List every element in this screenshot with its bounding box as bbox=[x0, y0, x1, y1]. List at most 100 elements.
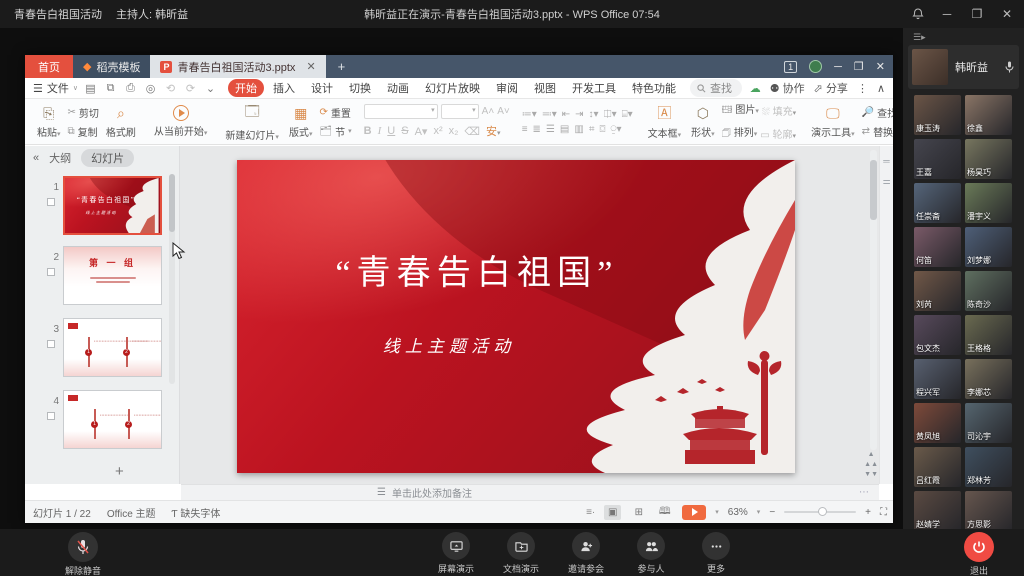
participant-tile[interactable]: 赵婧学 bbox=[914, 491, 961, 531]
layout-button[interactable]: ▦版式▾ bbox=[286, 104, 316, 140]
exit-meeting-button[interactable]: 退出 bbox=[956, 532, 1002, 576]
decrease-font-icon[interactable]: A˅ bbox=[497, 106, 510, 117]
text-tools-button[interactable]: 安▾ bbox=[486, 123, 501, 139]
zoom-in-button[interactable]: + bbox=[865, 507, 871, 518]
menu-item[interactable]: 开发工具 bbox=[565, 79, 623, 97]
zoom-slider[interactable] bbox=[784, 511, 856, 513]
window-minimize-button[interactable]: ─ bbox=[940, 7, 954, 21]
arrange-button[interactable]: 🗇 排列▾ bbox=[722, 124, 758, 143]
more-button[interactable]: 更多 bbox=[688, 532, 744, 575]
participant-tile[interactable]: 吕红霞 bbox=[914, 447, 961, 487]
participant-tile[interactable]: 郑林芳 bbox=[965, 447, 1012, 487]
menu-item[interactable]: 幻灯片放映 bbox=[418, 79, 487, 97]
participant-tile[interactable]: 李娜芯 bbox=[965, 359, 1012, 399]
fit-slide-button[interactable]: ⛶ bbox=[880, 507, 887, 518]
participant-tile[interactable]: 康玉涛 bbox=[914, 95, 961, 135]
participant-tile[interactable]: 徐鑫 bbox=[965, 95, 1012, 135]
doc-count-badge[interactable]: 1 bbox=[784, 61, 797, 73]
menu-item[interactable]: 审阅 bbox=[489, 79, 525, 97]
notes-bar[interactable]: ☰单击此处添加备注 ⋯ bbox=[181, 484, 879, 500]
italic-button[interactable]: I bbox=[378, 125, 382, 137]
collapse-ribbon-icon[interactable]: ∧ bbox=[877, 82, 885, 95]
notes-toggle-icon[interactable]: ≡· bbox=[586, 507, 595, 518]
slide-canvas[interactable]: “青春告白祖国” 线上主题活动 bbox=[237, 160, 795, 473]
redo-icon[interactable]: ⟳ bbox=[184, 82, 197, 95]
superscript-button[interactable]: x² bbox=[433, 125, 442, 137]
reading-view-button[interactable]: 🕮 bbox=[656, 505, 673, 520]
participant-tile[interactable]: 何笛 bbox=[914, 227, 961, 267]
cloud-sync-icon[interactable]: ☁ bbox=[750, 82, 761, 95]
unmute-button[interactable]: 解除静音 bbox=[48, 532, 118, 576]
participant-tile[interactable]: 杨昊巧 bbox=[965, 139, 1012, 179]
cut-button[interactable]: ✂剪切 bbox=[68, 105, 99, 120]
tab-close-icon[interactable]: ✕ bbox=[306, 60, 315, 73]
participant-tile[interactable]: 方思影 bbox=[965, 491, 1012, 531]
shapes-button[interactable]: ⬡形状▾ bbox=[688, 104, 718, 140]
normal-view-button[interactable]: ▣ bbox=[604, 505, 621, 520]
participant-tile[interactable]: 程兴军 bbox=[914, 359, 961, 399]
participant-tile[interactable]: 刘梦娜 bbox=[965, 227, 1012, 267]
zoom-caret[interactable]: ▾ bbox=[757, 508, 761, 516]
participant-tile[interactable]: 陈奇沙 bbox=[965, 271, 1012, 311]
more-menu-icon[interactable]: ⋮ bbox=[857, 82, 868, 95]
new-tab-button[interactable]: + bbox=[326, 55, 358, 78]
more-quick-icon[interactable]: ⌄ bbox=[204, 82, 217, 95]
invite-button[interactable]: 邀请参会 bbox=[558, 532, 614, 575]
undo-icon[interactable]: ⟲ bbox=[164, 82, 177, 95]
slideshow-play-button[interactable] bbox=[682, 505, 706, 520]
format-painter-button[interactable]: ⌕格式刷 bbox=[103, 104, 139, 140]
wps-minimize-button[interactable]: ─ bbox=[834, 61, 842, 73]
zoom-level[interactable]: 63% bbox=[728, 507, 748, 518]
wps-restore-button[interactable]: ❐ bbox=[854, 60, 864, 73]
menu-item[interactable]: 视图 bbox=[527, 79, 563, 97]
play-from-current-button[interactable]: 从当前开始▾ bbox=[151, 104, 211, 139]
preview-icon[interactable]: ◎ bbox=[144, 82, 157, 95]
picture-button[interactable]: 🖽 图片▾ bbox=[722, 101, 759, 120]
save-icon[interactable]: ▤ bbox=[84, 82, 97, 95]
search-box[interactable]: 查找 bbox=[690, 79, 742, 97]
menu-item[interactable]: 特色功能 bbox=[625, 79, 683, 97]
menu-item[interactable]: 插入 bbox=[266, 79, 302, 97]
menu-item[interactable]: 开始 bbox=[228, 79, 264, 97]
participant-tile[interactable]: 司沁宇 bbox=[965, 403, 1012, 443]
window-close-button[interactable]: ✕ bbox=[1000, 7, 1014, 21]
fill-button[interactable]: ⛆ 填充▾ bbox=[762, 103, 796, 118]
notes-more-icon[interactable]: ⋯ bbox=[859, 487, 869, 498]
font-name-select[interactable] bbox=[364, 104, 438, 119]
participant-tile[interactable]: 黄凤旭 bbox=[914, 403, 961, 443]
missing-font-warning[interactable]: Ƭ 缺失字体 bbox=[172, 505, 221, 520]
bold-button[interactable]: B bbox=[364, 125, 372, 137]
copy-button[interactable]: ⧉复制 bbox=[68, 124, 99, 139]
file-menu[interactable]: ☰文件∨ bbox=[33, 80, 78, 96]
strikethrough-button[interactable]: S bbox=[401, 125, 408, 137]
wps-close-button[interactable]: ✕ bbox=[876, 60, 885, 73]
paste-button[interactable]: ⎘粘贴▾ bbox=[34, 104, 64, 140]
collab-button[interactable]: ⚉ 协作 bbox=[770, 80, 805, 96]
share-button[interactable]: ⬀ 分享 bbox=[814, 80, 848, 96]
participant-tile[interactable]: 王格格 bbox=[965, 315, 1012, 355]
collapse-panel-icon[interactable]: « bbox=[33, 152, 39, 164]
new-slide-button[interactable]: 🗔新建幻灯片▾ bbox=[222, 100, 282, 143]
panel-scrollbar[interactable] bbox=[169, 174, 175, 384]
menu-item[interactable]: 动画 bbox=[380, 79, 416, 97]
slide-nav-buttons[interactable]: ▲▲▲▼▼ bbox=[864, 451, 878, 478]
underline-button[interactable]: U bbox=[387, 125, 395, 137]
slide-thumbnail-3[interactable]: 1 2 ▪▪▪▪▪▪▪▪▪▪▪▪▪▪▪▪▪▪▪▪▪▪▪▪▪▪▪▪▪▪▪▪▪▪▪ … bbox=[63, 318, 162, 377]
host-video-tile[interactable]: 韩昕益 bbox=[908, 45, 1019, 89]
tab-outline[interactable]: 大纲 bbox=[49, 150, 71, 166]
slide-thumbnail-2[interactable]: 第 一 组 bbox=[63, 246, 162, 305]
object-properties-icon[interactable]: ⚌ bbox=[882, 176, 890, 187]
window-maximize-button[interactable]: ❐ bbox=[970, 7, 984, 21]
align-tools[interactable]: ≡≣☰▤▥⌗⌼⍜▾ bbox=[522, 124, 633, 135]
add-slide-button[interactable]: + bbox=[115, 463, 124, 480]
text-box-button[interactable]: 🄰文本框▾ bbox=[645, 102, 685, 141]
font-size-select[interactable] bbox=[441, 104, 479, 119]
main-scrollbar[interactable] bbox=[870, 150, 877, 450]
doc-share-button[interactable]: 文档演示 bbox=[493, 532, 549, 575]
participant-tile[interactable]: 包文杰 bbox=[914, 315, 961, 355]
account-avatar[interactable] bbox=[809, 60, 822, 73]
find-button[interactable]: 🔎查找 bbox=[862, 105, 893, 120]
participant-tile[interactable]: 任崇斋 bbox=[914, 183, 961, 223]
zoom-slider-knob[interactable] bbox=[818, 507, 827, 516]
slide-thumbnail-1[interactable]: “青春告白祖国” 线上主题活动 bbox=[63, 176, 162, 235]
